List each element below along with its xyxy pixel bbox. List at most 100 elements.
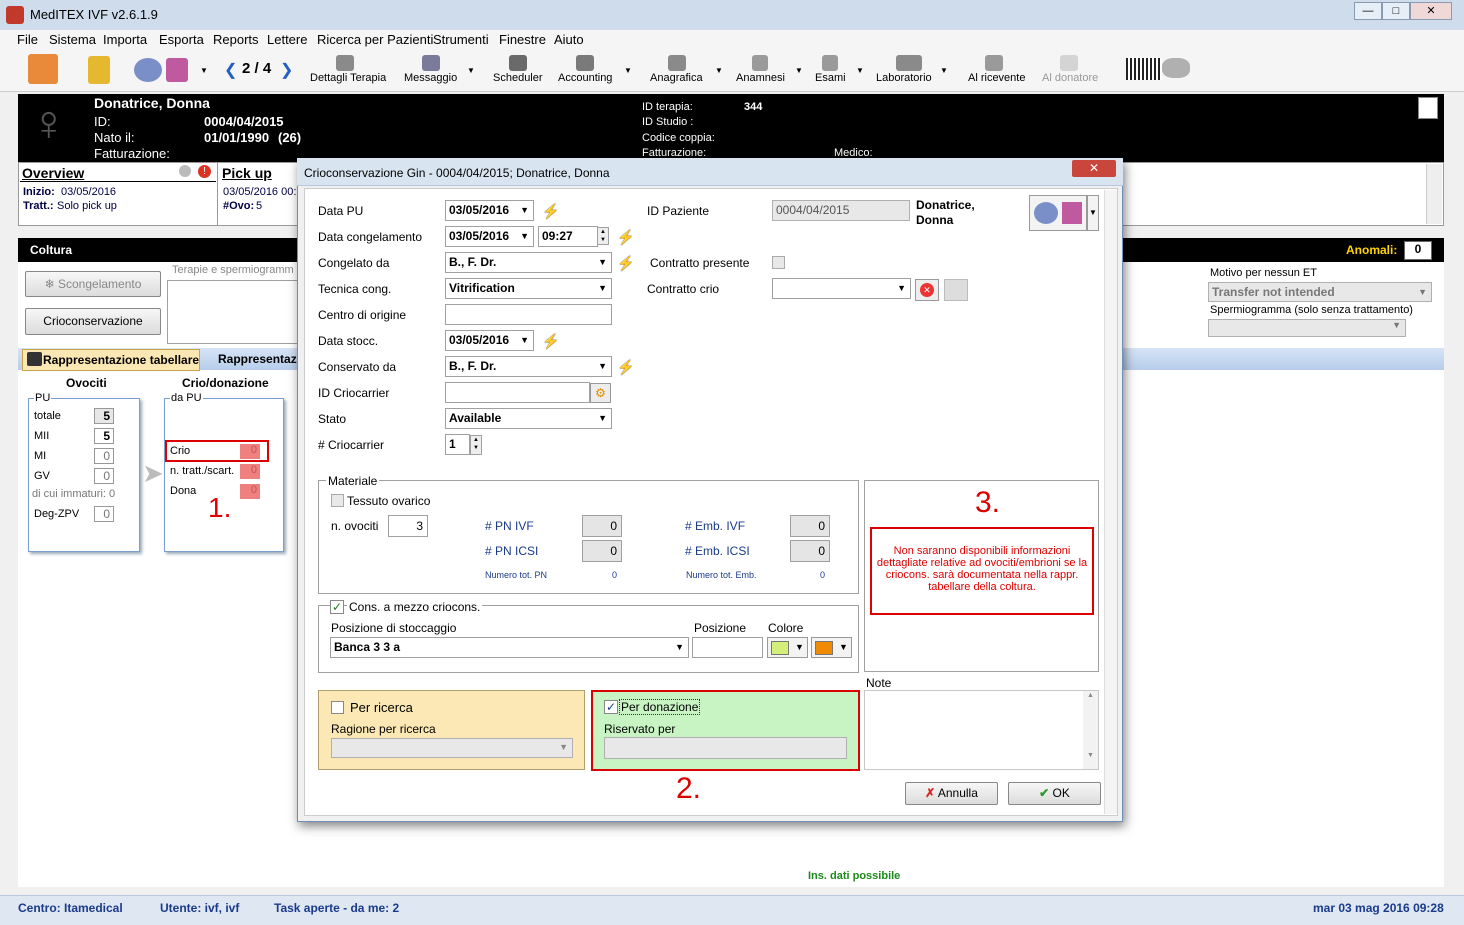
- ok-button[interactable]: ✔ OK: [1008, 782, 1101, 805]
- dettagli-terapia-button[interactable]: Dettagli Terapia: [310, 72, 386, 84]
- menu-sistema[interactable]: Sistema: [49, 32, 96, 47]
- lightning-icon[interactable]: ⚡: [617, 359, 634, 376]
- chevron-down-icon[interactable]: ▼: [1087, 195, 1099, 231]
- ovociti-row-value[interactable]: 5: [94, 428, 114, 444]
- n-ovociti-input[interactable]: 3: [388, 515, 428, 537]
- scrollbar[interactable]: [1426, 164, 1442, 224]
- menu-finestre[interactable]: Finestre: [499, 32, 546, 47]
- annulla-button[interactable]: ✗ Annulla: [905, 782, 998, 805]
- menu-strumenti[interactable]: Strumenti: [433, 32, 489, 47]
- scanner-icon[interactable]: [1162, 58, 1190, 78]
- al-donatore-button[interactable]: Al donatore: [1042, 72, 1098, 84]
- menu-ricerca-pazienti[interactable]: Ricerca per Pazienti: [317, 32, 433, 47]
- chevron-down-icon[interactable]: ▼: [940, 66, 948, 75]
- terapie-list[interactable]: [167, 280, 302, 344]
- time-spinner[interactable]: ▲ ▼: [597, 227, 609, 245]
- dialog-close-button[interactable]: ✕: [1072, 160, 1116, 177]
- motivo-select[interactable]: Transfer not intended ▼: [1208, 282, 1432, 302]
- color-picker-orange[interactable]: ▼: [811, 637, 852, 658]
- per-ricerca-checkbox[interactable]: [331, 701, 344, 714]
- chevron-down-icon[interactable]: ▼: [715, 66, 723, 75]
- lightning-icon[interactable]: ⚡: [617, 229, 634, 246]
- open-contract-button[interactable]: [944, 279, 968, 301]
- lock-icon[interactable]: [88, 56, 110, 84]
- document-icon[interactable]: [1418, 97, 1438, 119]
- menu-aiuto[interactable]: Aiuto: [554, 32, 584, 47]
- couple-icon[interactable]: [134, 58, 162, 82]
- overview-title[interactable]: Overview: [22, 165, 84, 181]
- stato-select[interactable]: Available ▼: [445, 408, 612, 429]
- previous-arrow-icon[interactable]: ❮: [224, 60, 237, 80]
- num-criocarrier-spinner[interactable]: ▲ ▼: [470, 435, 482, 455]
- messaggio-button[interactable]: Messaggio: [404, 72, 457, 84]
- data-congelamento-field[interactable]: 03/05/2016 ▼: [445, 226, 534, 247]
- ovociti-row-value[interactable]: 0: [94, 448, 114, 464]
- conservato-da-select[interactable]: B., F. Dr. ▼: [445, 356, 612, 377]
- delete-contract-button[interactable]: ✕: [915, 279, 939, 301]
- menu-file[interactable]: File: [17, 32, 38, 47]
- chevron-down-icon[interactable]: ▼: [624, 66, 632, 75]
- cons-criocons-checkbox[interactable]: ✓: [330, 600, 344, 614]
- scheduler-button[interactable]: Scheduler: [493, 72, 543, 84]
- ovociti-row-value[interactable]: 0: [94, 468, 114, 484]
- contratto-presente-checkbox[interactable]: [772, 256, 785, 269]
- congelato-da-select[interactable]: B., F. Dr. ▼: [445, 252, 612, 273]
- ora-congelamento-field[interactable]: 09:27: [538, 226, 598, 247]
- num-criocarrier-input[interactable]: 1: [445, 434, 470, 455]
- tab-rappresentazione[interactable]: Rappresentaz: [218, 352, 297, 366]
- minimize-button[interactable]: —: [1354, 2, 1382, 20]
- accounting-button[interactable]: Accounting: [558, 72, 612, 84]
- next-arrow-icon[interactable]: ❯: [280, 60, 293, 80]
- crio-row-value[interactable]: 0: [240, 484, 260, 499]
- lightning-icon[interactable]: ⚡: [617, 255, 634, 272]
- ovociti-row-value[interactable]: 5: [94, 408, 114, 424]
- menu-esporta[interactable]: Esporta: [159, 32, 204, 47]
- lookup-icon[interactable]: ⚙: [590, 383, 611, 403]
- centro-origine-input[interactable]: [445, 304, 612, 325]
- patient-switch-button[interactable]: [1029, 195, 1087, 231]
- data-stoccaggio-field[interactable]: 03/05/2016 ▼: [445, 330, 534, 351]
- posizione-stoccaggio-select[interactable]: Banca 3 3 a ▼: [330, 637, 689, 658]
- scongelamento-button[interactable]: ❄ Scongelamento: [25, 271, 161, 297]
- al-ricevente-button[interactable]: Al ricevente: [968, 72, 1025, 84]
- crioconservazione-button[interactable]: Crioconservazione: [25, 308, 161, 335]
- menu-reports[interactable]: Reports: [213, 32, 259, 47]
- lab-flask-icon[interactable]: [166, 58, 188, 82]
- spermiogramma-select[interactable]: ▼: [1208, 319, 1406, 337]
- maximize-button[interactable]: □: [1382, 2, 1410, 20]
- close-button[interactable]: ✕: [1410, 2, 1452, 20]
- tecnica-select[interactable]: Vitrification ▼: [445, 278, 612, 299]
- chevron-down-icon[interactable]: ▼: [467, 66, 475, 75]
- crio-row-value[interactable]: 0: [240, 464, 260, 479]
- home-icon[interactable]: [28, 54, 58, 84]
- riservato-per-input[interactable]: [604, 737, 847, 759]
- contratto-crio-select[interactable]: ▼: [772, 278, 911, 299]
- lightning-icon[interactable]: ⚡: [542, 203, 559, 220]
- posizione-input[interactable]: [692, 637, 763, 658]
- note-textarea[interactable]: [864, 690, 1099, 770]
- chevron-down-icon[interactable]: ▼: [200, 66, 208, 75]
- menu-lettere[interactable]: Lettere: [267, 32, 307, 47]
- chevron-down-icon[interactable]: ▼: [856, 66, 864, 75]
- deg-zpv-value[interactable]: 0: [94, 506, 114, 522]
- crio-row-value[interactable]: 0: [240, 444, 260, 459]
- note-scrollbar[interactable]: ▲ ▼: [1083, 691, 1098, 769]
- per-donazione-checkbox[interactable]: ✓: [604, 700, 618, 714]
- task-status[interactable]: Task aperte - da me: 2: [274, 901, 399, 915]
- tab-tabellare[interactable]: Rappresentazione tabellare: [22, 349, 200, 371]
- ragione-ricerca-select[interactable]: ▼: [331, 738, 573, 758]
- laboratorio-button[interactable]: Laboratorio: [876, 72, 932, 84]
- anagrafica-button[interactable]: Anagrafica: [650, 72, 703, 84]
- chevron-down-icon[interactable]: ▼: [795, 66, 803, 75]
- color-picker-yellow[interactable]: ▼: [767, 637, 808, 658]
- pickup-title[interactable]: Pick up: [222, 165, 272, 181]
- anamnesi-button[interactable]: Anamnesi: [736, 72, 785, 84]
- esami-button[interactable]: Esami: [815, 72, 846, 84]
- menu-importa[interactable]: Importa: [103, 32, 147, 47]
- id-criocarrier-input[interactable]: [445, 382, 590, 403]
- dialog-scrollbar[interactable]: [1104, 190, 1117, 814]
- data-pu-field[interactable]: 03/05/2016 ▼: [445, 200, 534, 221]
- lightning-icon[interactable]: ⚡: [542, 333, 559, 350]
- tessuto-checkbox[interactable]: [331, 494, 344, 507]
- barcode-icon[interactable]: [1126, 58, 1162, 80]
